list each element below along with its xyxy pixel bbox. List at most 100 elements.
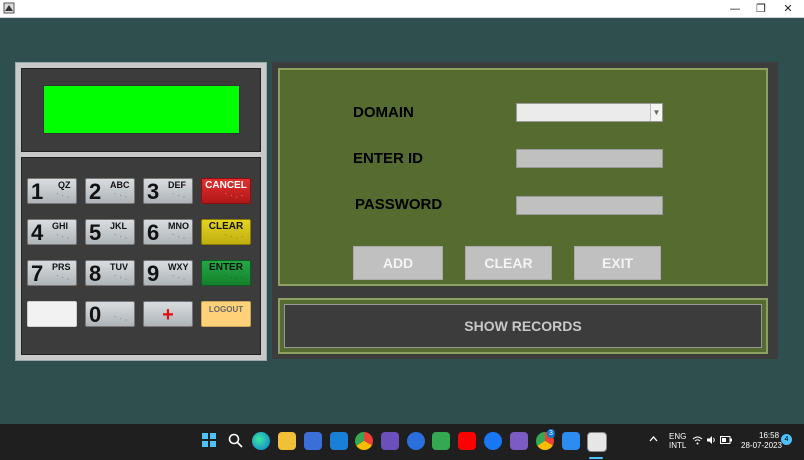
show-records-button[interactable]: SHOW RECORDS (284, 304, 762, 348)
app-icon-green[interactable] (432, 432, 450, 450)
active-app-indicator (589, 457, 603, 459)
start-icon[interactable] (202, 433, 216, 447)
clock-time[interactable]: 16:58 (759, 431, 779, 440)
close-button[interactable]: ✕ (774, 0, 802, 17)
volume-icon[interactable] (706, 435, 717, 445)
chevron-down-icon[interactable]: ▼ (650, 104, 662, 121)
key-letters: DEF (168, 180, 186, 190)
app-icon-purple[interactable] (381, 432, 399, 450)
password-label: PASSWORD (355, 196, 443, 213)
key-9[interactable]: 9 WXY ⠁⠂⠄ (143, 260, 193, 286)
braille-dots: ⠁⠂⠄ (113, 234, 130, 241)
file-explorer-icon[interactable] (278, 432, 296, 450)
braille-dots: ⠁⠂⠄⠂ (224, 193, 246, 200)
add-button[interactable]: ADD (353, 246, 443, 280)
key-digit: 7 (31, 261, 44, 286)
key-letters: JKL (110, 221, 128, 231)
blank-key[interactable] (27, 301, 77, 327)
logout-key[interactable]: LOGOUT (201, 301, 251, 327)
cancel-key[interactable]: CANCEL ⠁⠂⠄⠂ (201, 178, 251, 204)
braille-dots: ⠁⠂⠄⠂ (224, 275, 246, 282)
key-digit: 6 (147, 220, 160, 245)
key-letters: MNO (168, 221, 189, 231)
key-4[interactable]: 4 GHI ⠁⠂⠄ (27, 219, 77, 245)
key-digit: 3 (147, 179, 160, 204)
braille-dots: ⠁⠂⠄ (55, 275, 72, 282)
chevron-up-icon[interactable] (649, 435, 658, 444)
battery-icon[interactable] (720, 436, 732, 444)
clear-key[interactable]: CLEAR ⠁⠂⠄⠂ (201, 219, 251, 245)
braille-dots: ⠁⠂⠄ (55, 234, 72, 241)
enter-key[interactable]: ENTER ⠁⠂⠄⠂ (201, 260, 251, 286)
clock-date[interactable]: 28-07-2023 (741, 441, 782, 450)
form-clear-button[interactable]: CLEAR (465, 246, 552, 280)
domain-label: DOMAIN (353, 104, 414, 121)
youtube-icon[interactable] (458, 432, 476, 450)
language-indicator[interactable]: ENG (669, 432, 686, 441)
domain-select[interactable]: ▼ (516, 103, 663, 122)
key-letters: WXY (168, 262, 189, 272)
key-letters: ABC (110, 180, 130, 190)
app-window: 1 QZ ⠁⠂⠄ 2 ABC ⠁⠂⠄ 3 DEF ⠁⠂⠄ CANCEL ⠁⠂⠄⠂… (0, 18, 804, 424)
edge-icon[interactable] (252, 432, 270, 450)
cancel-label: CANCEL (205, 180, 247, 191)
braille-dots: ⠁⠂⠄ (113, 193, 130, 200)
app-icon-sky[interactable] (562, 432, 580, 450)
braille-dots: ⠁⠂⠄ (171, 193, 188, 200)
keypad-keys: 1 QZ ⠁⠂⠄ 2 ABC ⠁⠂⠄ 3 DEF ⠁⠂⠄ CANCEL ⠁⠂⠄⠂… (21, 157, 261, 355)
exit-button[interactable]: EXIT (574, 246, 661, 280)
key-digit: 2 (89, 179, 102, 204)
key-letters: TUV (110, 262, 128, 272)
taskbar: 3 ENG INTL 16:58 28-07-2023 4 (0, 424, 804, 460)
braille-dots: ⠁⠂⠄ (55, 193, 72, 200)
active-app-icon[interactable] (587, 432, 607, 452)
layout-indicator[interactable]: INTL (669, 441, 686, 450)
minimize-button[interactable]: — (721, 0, 749, 17)
clear-key-label: CLEAR (208, 221, 244, 232)
logout-label: LOGOUT (208, 305, 244, 314)
chrome-icon[interactable] (355, 432, 373, 450)
key-3[interactable]: 3 DEF ⠁⠂⠄ (143, 178, 193, 204)
plus-key[interactable]: + (143, 301, 193, 327)
password-input[interactable] (516, 196, 663, 215)
notification-badge[interactable]: 4 (781, 434, 792, 445)
braille-dots: ⠁⠂⠄ (113, 316, 130, 323)
login-panel: DOMAIN ▼ ENTER ID PASSWORD ADD CLEAR EXI… (272, 62, 778, 359)
key-digit: 9 (147, 261, 160, 286)
key-digit: 8 (89, 261, 102, 286)
key-digit: 5 (89, 220, 102, 245)
key-letters: PRS (52, 262, 71, 272)
chrome-badge: 3 (547, 429, 555, 438)
id-input[interactable] (516, 149, 663, 168)
braille-dots: ⠁⠂⠄⠂ (224, 234, 246, 241)
display-screen (43, 85, 240, 134)
mail-icon[interactable] (330, 432, 348, 450)
key-5[interactable]: 5 JKL ⠁⠂⠄ (85, 219, 135, 245)
key-digit: 0 (89, 302, 102, 327)
key-7[interactable]: 7 PRS ⠁⠂⠄ (27, 260, 77, 286)
app-icon (3, 2, 15, 14)
key-2[interactable]: 2 ABC ⠁⠂⠄ (85, 178, 135, 204)
login-form: DOMAIN ▼ ENTER ID PASSWORD ADD CLEAR EXI… (278, 68, 768, 286)
records-panel: SHOW RECORDS (278, 298, 768, 354)
search-icon[interactable] (228, 433, 243, 448)
enter-label: ENTER (209, 262, 243, 273)
braille-dots: ⠁⠂⠄ (171, 275, 188, 282)
app-icon-blue[interactable] (407, 432, 425, 450)
key-digit: 1 (31, 179, 44, 204)
title-bar: — ❐ ✕ (0, 0, 804, 18)
id-label: ENTER ID (353, 150, 424, 167)
plus-icon: + (162, 304, 174, 326)
wifi-icon[interactable] (692, 435, 703, 445)
key-6[interactable]: 6 MNO ⠁⠂⠄ (143, 219, 193, 245)
facebook-icon[interactable] (484, 432, 502, 450)
store-icon[interactable] (304, 432, 322, 450)
key-1[interactable]: 1 QZ ⠁⠂⠄ (27, 178, 77, 204)
key-letters: QZ (58, 180, 71, 190)
keypad-panel: 1 QZ ⠁⠂⠄ 2 ABC ⠁⠂⠄ 3 DEF ⠁⠂⠄ CANCEL ⠁⠂⠄⠂… (15, 62, 267, 361)
key-8[interactable]: 8 TUV ⠁⠂⠄ (85, 260, 135, 286)
key-0[interactable]: 0 ⠁⠂⠄ (85, 301, 135, 327)
maximize-button[interactable]: ❐ (747, 0, 775, 17)
app-icon-violet[interactable] (510, 432, 528, 450)
braille-dots: ⠁⠂⠄ (113, 275, 130, 282)
